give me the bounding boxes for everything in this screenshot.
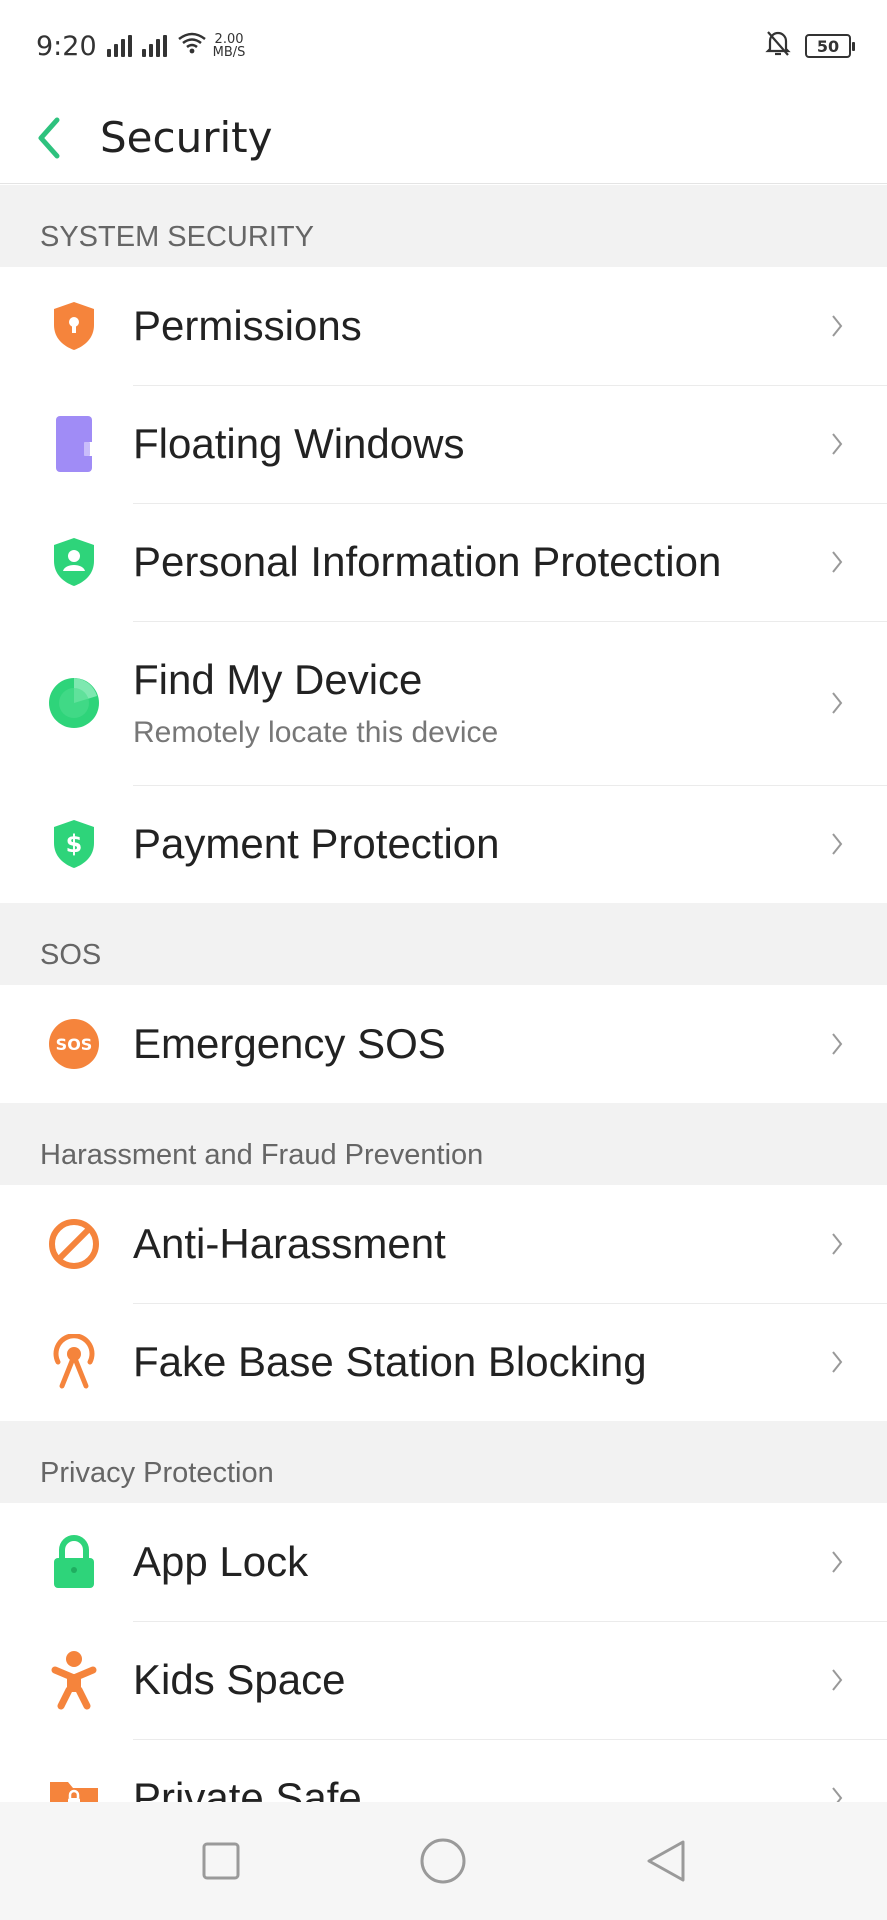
signal-strength-icon xyxy=(106,35,132,57)
list-item-anti-harassment[interactable]: Anti-Harassment xyxy=(0,1185,887,1303)
sos-icon-text: SOS xyxy=(56,1035,93,1054)
padlock-icon xyxy=(54,1535,94,1588)
item-label: Find My Device xyxy=(133,656,423,703)
chevron-right-icon xyxy=(832,1669,843,1691)
chevron-right-icon xyxy=(832,1351,843,1373)
recents-button[interactable] xyxy=(176,1816,266,1906)
chevron-right-icon xyxy=(832,692,843,714)
wifi-icon xyxy=(177,31,207,62)
screen: 9:20 2.00 MB/S 50 Security SYSTEM SECURI… xyxy=(0,0,887,1920)
shield-person-icon xyxy=(54,538,94,586)
item-label: Permissions xyxy=(133,302,362,349)
list-item-fake-base-station-blocking[interactable]: Fake Base Station Blocking xyxy=(0,1303,887,1421)
shield-lock-icon xyxy=(54,302,94,350)
square-icon xyxy=(202,1842,240,1880)
item-label: App Lock xyxy=(133,1538,309,1585)
settings-list[interactable]: SYSTEM SECURITY Permissions Floating Win… xyxy=(0,185,887,1802)
circle-icon xyxy=(420,1838,466,1884)
chevron-right-icon xyxy=(832,1233,843,1255)
item-label: Anti-Harassment xyxy=(133,1220,446,1267)
list-item-app-lock[interactable]: App Lock xyxy=(0,1503,887,1621)
list-item-emergency-sos[interactable]: SOS Emergency SOS xyxy=(0,985,887,1103)
item-label: Fake Base Station Blocking xyxy=(133,1338,647,1385)
status-time: 9:20 xyxy=(36,30,97,62)
list-item-permissions[interactable]: Permissions xyxy=(0,267,887,385)
chevron-right-icon xyxy=(832,1033,843,1055)
list-item-personal-information-protection[interactable]: Personal Information Protection xyxy=(0,503,887,621)
item-sublabel: Remotely locate this device xyxy=(133,716,499,749)
shield-dollar-icon: $ xyxy=(54,820,94,868)
network-speed-unit: MB/S xyxy=(212,45,246,60)
section-title-sos: SOS xyxy=(0,903,887,985)
section-title-harassment: Harassment and Fraud Prevention xyxy=(0,1103,887,1185)
chevron-right-icon xyxy=(832,833,843,855)
folder-lock-icon xyxy=(50,1782,98,1802)
back-button[interactable] xyxy=(0,92,100,184)
sos-icon: SOS xyxy=(49,1019,99,1069)
network-speed: 2.00 MB/S xyxy=(213,33,246,59)
item-label: Floating Windows xyxy=(133,420,465,467)
app-header: Security xyxy=(0,92,887,184)
child-icon xyxy=(51,1651,97,1710)
status-bar: 9:20 2.00 MB/S 50 xyxy=(0,0,887,92)
chevron-right-icon xyxy=(832,1551,843,1573)
section-title-system-security: SYSTEM SECURITY xyxy=(0,185,887,267)
item-label: Private Safe xyxy=(133,1774,362,1802)
list-item-private-safe[interactable]: Private Safe xyxy=(0,1739,887,1802)
chevron-right-icon xyxy=(832,1787,843,1802)
chevron-right-icon xyxy=(832,433,843,455)
item-label: Kids Space xyxy=(133,1656,346,1703)
item-label: Personal Information Protection xyxy=(133,538,722,585)
list-item-payment-protection[interactable]: $ Payment Protection xyxy=(0,785,887,903)
harassment-list: Anti-Harassment Fake Base Station Blocki… xyxy=(0,1185,887,1421)
chevron-left-icon xyxy=(38,117,60,158)
triangle-back-icon xyxy=(647,1840,685,1882)
item-label: Payment Protection xyxy=(133,820,500,867)
signal-strength-icon xyxy=(141,35,167,57)
list-item-floating-windows[interactable]: Floating Windows xyxy=(0,385,887,503)
home-button[interactable] xyxy=(398,1816,488,1906)
system-security-list: Permissions Floating Windows Personal In… xyxy=(0,267,887,903)
block-icon xyxy=(49,1219,99,1269)
locate-device-icon xyxy=(49,678,99,728)
chevron-right-icon xyxy=(832,315,843,337)
section-title-privacy-protection: Privacy Protection xyxy=(0,1421,887,1503)
privacy-list: App Lock Kids Space Private Safe xyxy=(0,1503,887,1802)
list-item-find-my-device[interactable]: Find My Device Remotely locate this devi… xyxy=(0,621,887,785)
battery-icon: 50 xyxy=(805,34,855,58)
status-right: 50 xyxy=(765,29,855,64)
bell-muted-icon xyxy=(765,29,791,64)
page-title: Security xyxy=(100,113,273,162)
antenna-tower-icon xyxy=(53,1334,95,1389)
floating-window-icon xyxy=(56,416,94,472)
svg-text:$: $ xyxy=(66,830,83,858)
item-label: Emergency SOS xyxy=(133,1020,446,1067)
sos-list: SOS Emergency SOS xyxy=(0,985,887,1103)
system-navigation-bar xyxy=(0,1802,887,1920)
list-item-kids-space[interactable]: Kids Space xyxy=(0,1621,887,1739)
chevron-right-icon xyxy=(832,551,843,573)
nav-back-button[interactable] xyxy=(621,1816,711,1906)
